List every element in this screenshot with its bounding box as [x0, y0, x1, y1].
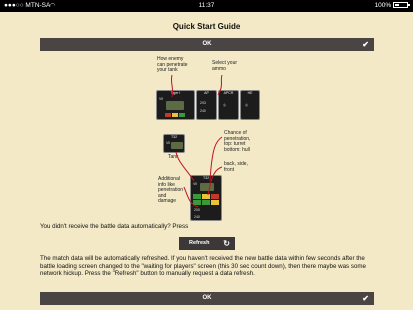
- check-icon: ✔: [362, 40, 369, 49]
- arrow-chance: [209, 136, 223, 182]
- arrow-additional: [183, 186, 199, 208]
- ok-button-label: OK: [202, 41, 212, 47]
- auto-refresh-text: The match data will be automatically ref…: [40, 255, 366, 278]
- clock: 11:37: [198, 2, 215, 9]
- battery-indicator: 100%: [374, 0, 410, 12]
- refresh-label: Refresh: [189, 240, 210, 246]
- arrow-select: [175, 151, 195, 182]
- ok-button-top[interactable]: OK ✔: [40, 38, 374, 51]
- diagram-arrows: [170, 74, 223, 208]
- arrow-penetrate: [170, 74, 174, 98]
- refresh-icon: ↻: [223, 239, 230, 248]
- guide-diagram: How enemy can penetrate your tank Select…: [150, 56, 280, 227]
- ok-button-bottom[interactable]: OK ✔: [40, 292, 374, 305]
- quick-start-page: Quick Start Guide OK ✔ How enemy can pen…: [0, 12, 413, 310]
- arrow-ammo: [217, 74, 223, 96]
- ok-button-label: OK: [202, 295, 212, 301]
- page-title: Quick Start Guide: [172, 22, 241, 31]
- check-icon: ✔: [362, 294, 369, 303]
- battery-percent: 100%: [374, 2, 392, 9]
- status-bar: ●●●○○ MTN-SA ◠ 11:37 100%: [0, 0, 413, 12]
- battery-icon: [393, 2, 410, 8]
- refresh-button[interactable]: Refresh ↻: [179, 237, 235, 250]
- no-data-text: You didn't receive the battle data autom…: [40, 223, 189, 230]
